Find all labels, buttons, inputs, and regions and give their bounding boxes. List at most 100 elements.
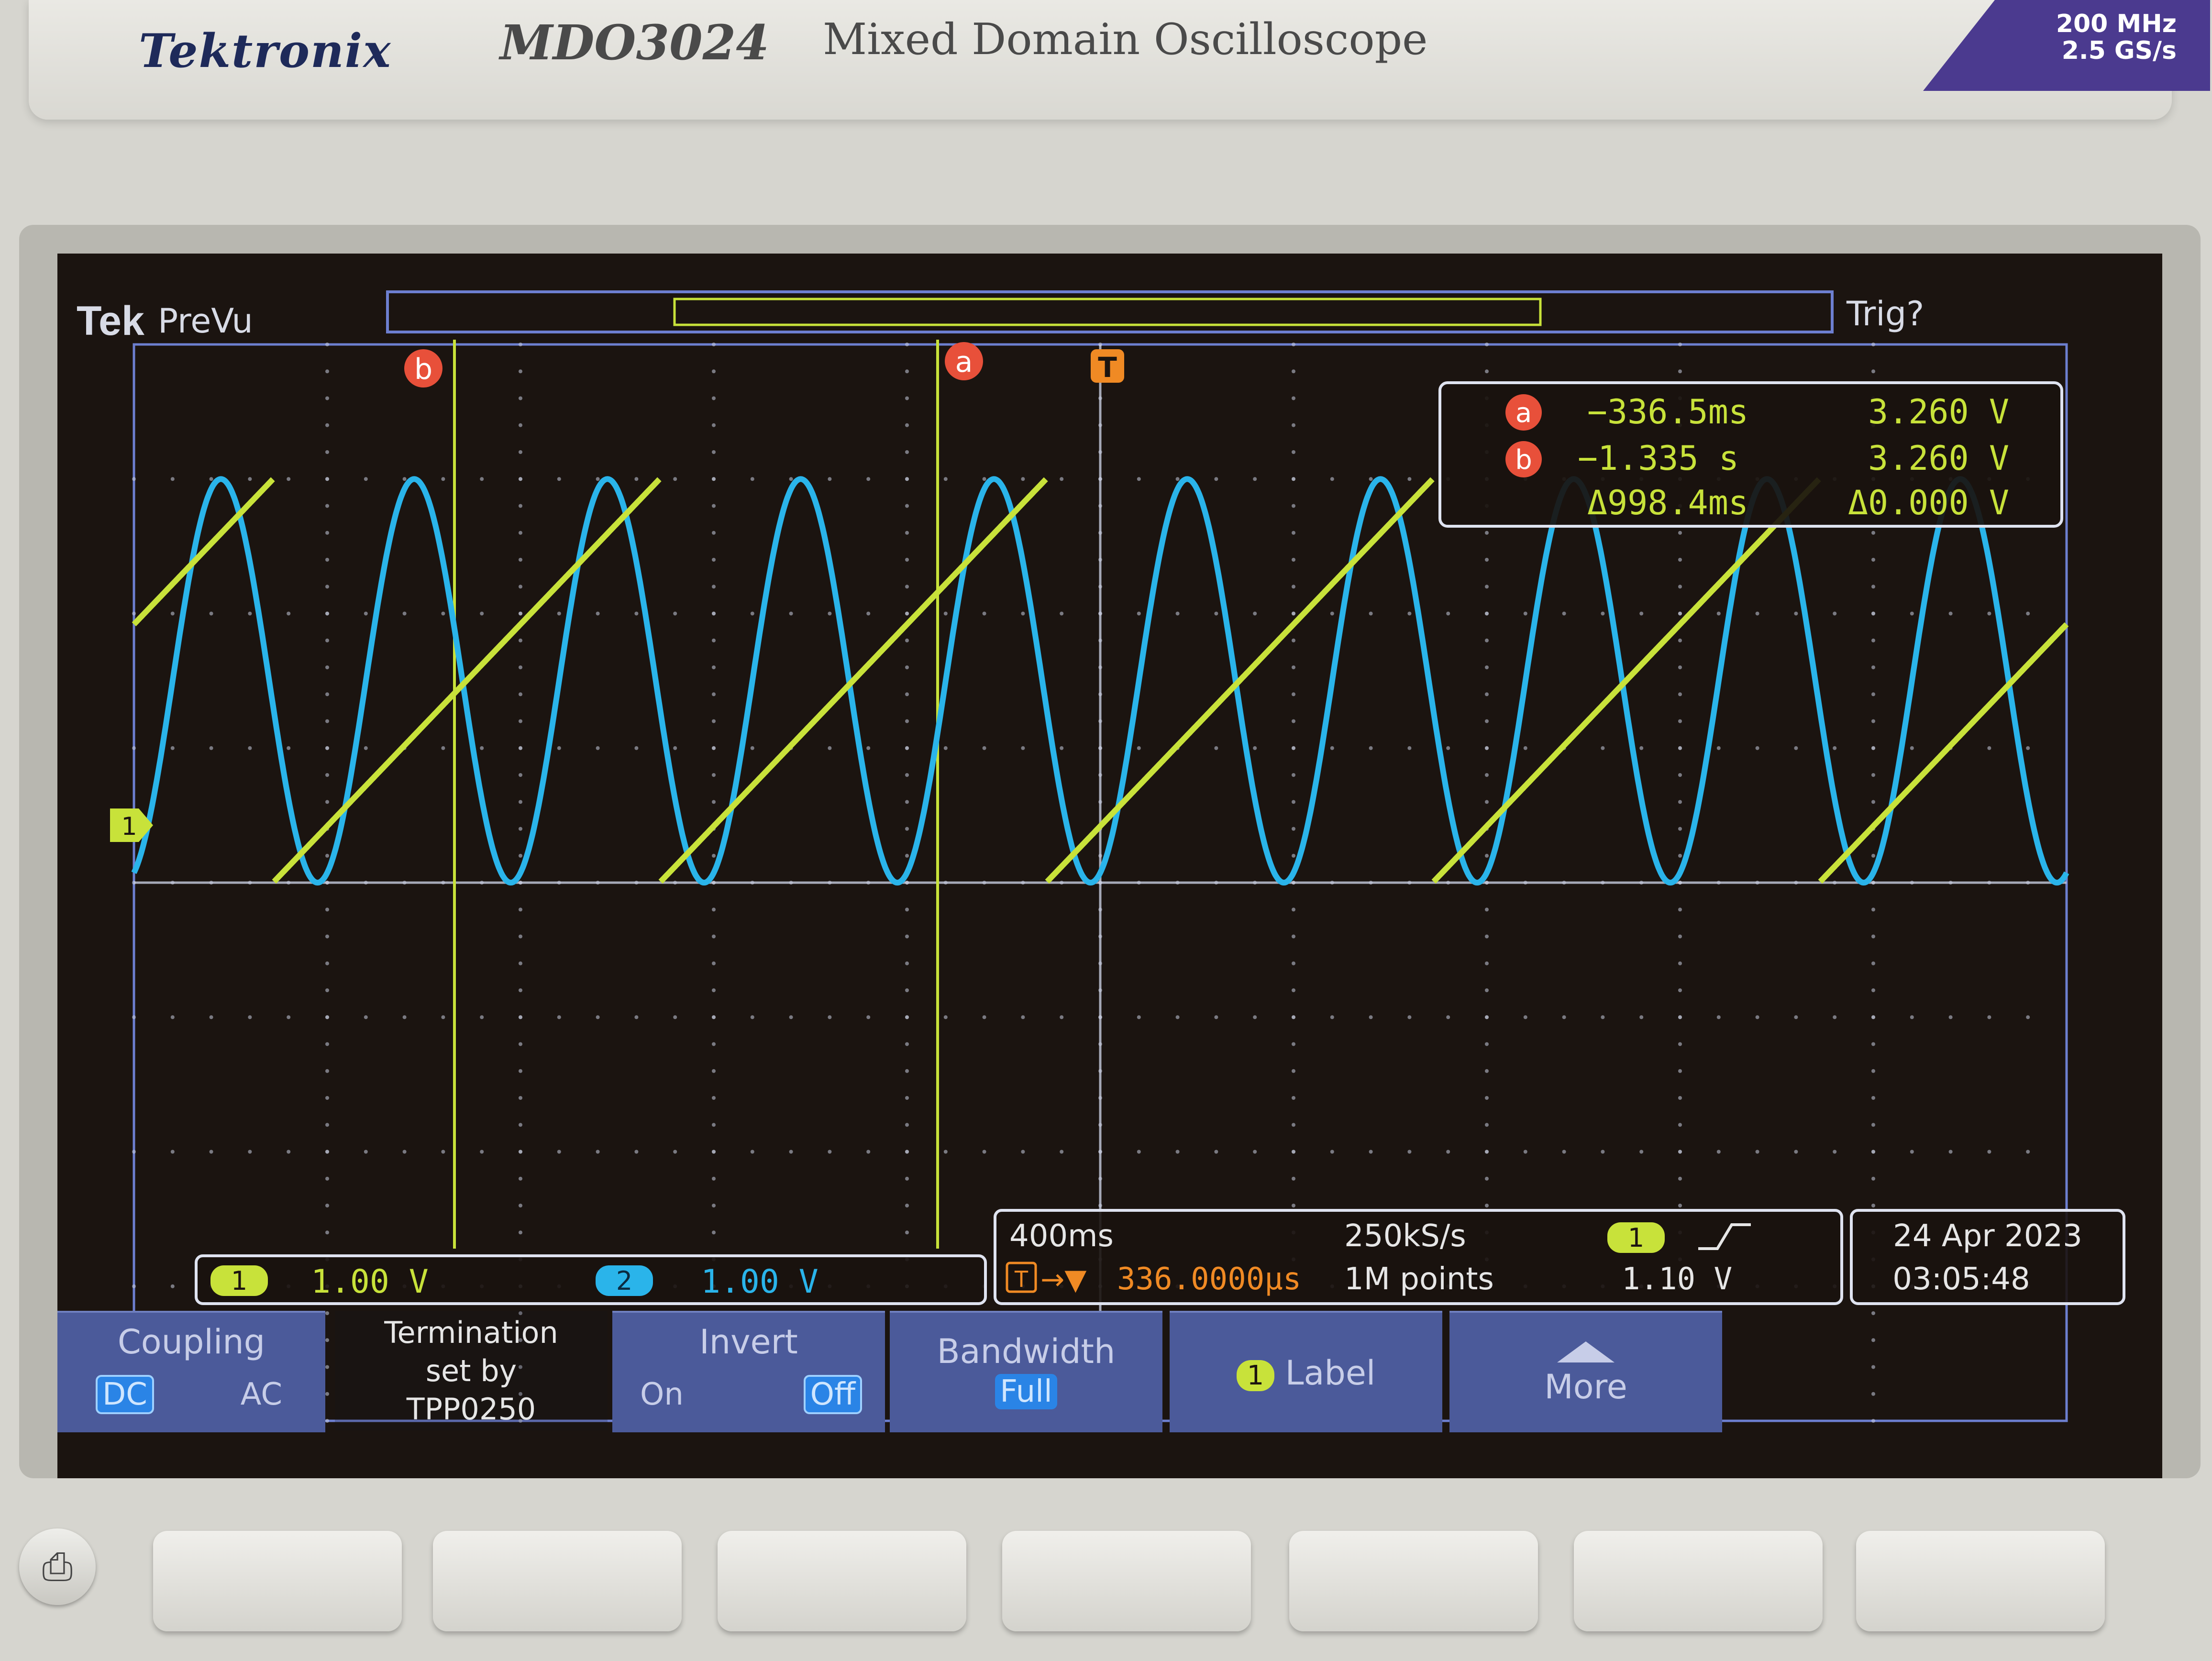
graticule-dot — [1485, 961, 1489, 965]
print-button[interactable]: ⎙ — [19, 1528, 96, 1605]
softkey-bandwidth[interactable]: Bandwidth Full — [890, 1311, 1162, 1432]
softkey-coupling[interactable]: Coupling DC AC — [57, 1311, 325, 1432]
graticule-dot — [1060, 1015, 1064, 1019]
graticule-dot — [943, 477, 948, 481]
graticule-dot — [557, 1015, 561, 1019]
graticule-dot — [1678, 988, 1682, 992]
graticule-dot — [1485, 1176, 1489, 1181]
graticule-dot — [1292, 531, 1295, 535]
bezel-button-4[interactable] — [1002, 1531, 1251, 1631]
graticule-dot — [712, 908, 716, 912]
bezel-button-6[interactable] — [1574, 1531, 1823, 1631]
graticule-dot — [287, 1015, 291, 1019]
bezel-button-3[interactable] — [718, 1531, 966, 1631]
bezel-button-2[interactable] — [433, 1531, 682, 1631]
graticule-dot — [325, 423, 329, 427]
graticule-dot — [1446, 746, 1450, 750]
graticule-dot — [1678, 1123, 1682, 1127]
graticule-dot — [1407, 477, 1412, 481]
graticule-dot — [1060, 746, 1064, 750]
graticule-dot — [1292, 934, 1295, 939]
graticule-dot — [905, 1069, 909, 1073]
graticule-dot — [673, 1015, 677, 1019]
graticule-dot — [1292, 692, 1295, 697]
graticule-dot — [905, 692, 909, 697]
graticule-dot — [170, 1015, 175, 1019]
graticule-dot — [905, 1150, 909, 1154]
softkey-label[interactable]: 1 Label — [1170, 1311, 1442, 1432]
bandwidth-spec: 200 MHz — [2056, 10, 2177, 38]
invert-title: Invert — [699, 1322, 798, 1362]
bezel-button-1[interactable] — [153, 1531, 402, 1631]
bezel-button-7[interactable] — [1856, 1531, 2105, 1631]
coupling-ac-option[interactable]: AC — [236, 1377, 287, 1412]
acq-mode-label: PreVu — [158, 301, 253, 341]
graticule-dot — [634, 1150, 639, 1154]
graticule-dot — [1871, 665, 1875, 669]
graticule-dot — [132, 477, 136, 481]
coupling-title: Coupling — [117, 1322, 265, 1362]
graticule-dot — [712, 450, 716, 454]
graticule-dot — [1678, 1150, 1682, 1154]
graticule-dot — [634, 746, 639, 750]
graticule-dot — [325, 1015, 329, 1019]
graticule-dot — [1330, 611, 1334, 616]
graticule-dot — [712, 1204, 716, 1207]
graticule-dot — [1678, 1069, 1682, 1073]
graticule-dot — [1678, 1096, 1682, 1100]
graticule-dot — [712, 853, 716, 858]
graticule-dot — [364, 1150, 368, 1154]
graticule-dot — [634, 477, 639, 481]
graticule-dot — [1292, 558, 1295, 562]
graticule-dot — [712, 585, 716, 589]
coupling-dc-option[interactable]: DC — [96, 1375, 154, 1414]
softkey-termination[interactable]: Termination set by TPP0250 — [335, 1311, 608, 1430]
graticule-dot — [1137, 1015, 1141, 1019]
record-view-window — [673, 298, 1542, 326]
graticule-dot — [170, 477, 175, 481]
graticule-dot — [1292, 853, 1295, 858]
graticule-dot — [519, 558, 522, 562]
graticule-dot — [402, 611, 407, 616]
more-up-arrow-icon — [1557, 1341, 1615, 1362]
graticule-dot — [519, 827, 522, 831]
graticule-dot — [905, 1015, 909, 1019]
graticule-dot — [2026, 746, 2030, 750]
graticule-dot — [1292, 746, 1295, 750]
graticule-dot — [325, 1230, 329, 1235]
graticule-dot — [982, 1015, 986, 1019]
graticule-dot — [712, 638, 716, 642]
graticule-dot — [519, 396, 522, 400]
graticule-dot — [480, 1015, 484, 1019]
readout-b-icon-label: b — [1515, 444, 1532, 476]
graticule-dot — [1485, 1204, 1489, 1207]
graticule-dot — [1369, 611, 1373, 616]
graticule-dot — [1562, 1015, 1566, 1019]
invert-off-option[interactable]: Off — [803, 1375, 863, 1414]
graticule-dot — [1485, 1015, 1489, 1019]
graticule-dot — [441, 746, 445, 750]
graticule-dot — [325, 1176, 329, 1181]
graticule-dot — [750, 477, 754, 481]
graticule-dot — [325, 1204, 329, 1207]
graticule-dot — [1407, 1150, 1412, 1154]
invert-on-option[interactable]: On — [635, 1377, 688, 1412]
graticule-dot — [943, 1015, 948, 1019]
graticule-dot — [325, 396, 329, 400]
softkey-invert[interactable]: Invert On Off — [612, 1311, 885, 1432]
graticule-dot — [982, 611, 986, 616]
graticule-dot — [325, 1338, 329, 1342]
graticule-dot — [1871, 1392, 1875, 1396]
graticule-dot — [1871, 961, 1875, 965]
graticule-dot — [1292, 1123, 1295, 1127]
graticule-dot — [1678, 934, 1682, 939]
softkey-more[interactable]: More — [1449, 1311, 1722, 1432]
graticule-dot — [1292, 638, 1295, 642]
bezel-button-5[interactable] — [1289, 1531, 1538, 1631]
graticule-dot — [712, 1123, 716, 1127]
graticule-dot — [519, 853, 522, 858]
graticule-dot — [1253, 1150, 1257, 1154]
graticule-dot — [1678, 585, 1682, 589]
printer-icon: ⎙ — [42, 1544, 73, 1589]
graticule-dot — [1678, 1015, 1682, 1019]
